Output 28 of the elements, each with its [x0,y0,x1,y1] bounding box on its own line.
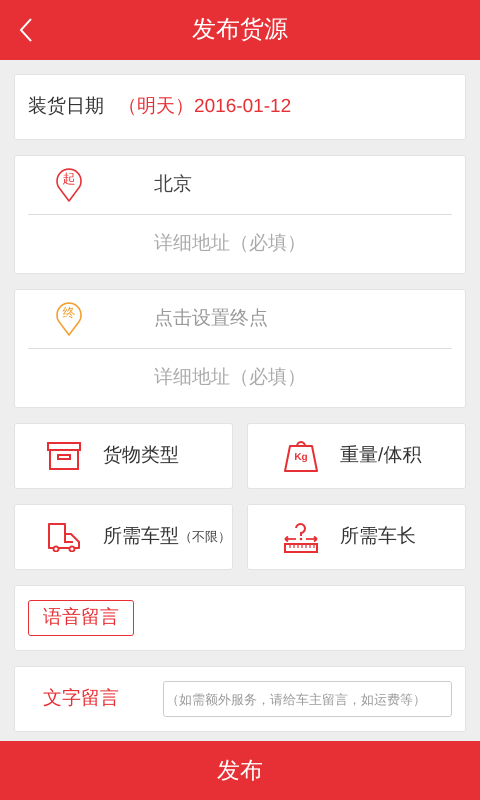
text-message-label: 文字留言 [43,686,120,711]
address-input[interactable]: 详细地址（必填） [154,364,452,392]
option-label: 所需车型 [103,524,179,549]
option-label: 货物类型 [103,444,179,468]
message-input[interactable]: （如需额外服务，请给车主留言，如运费等） [163,681,452,717]
option-card[interactable]: 所需车型（不限） [14,504,233,570]
address-input[interactable]: 详细地址（必填） [154,230,452,258]
back-icon [19,17,33,43]
weight-icon [284,440,318,472]
loading-date-card[interactable]: 装货日期 （明天）2016-01-12 [14,74,466,140]
box-icon [47,442,81,470]
voice-message-button[interactable]: 语音留言 [28,600,134,636]
option-note: （不限） [179,528,231,546]
kg-label: Kg [293,451,309,465]
option-card[interactable]: 所需车长 [247,504,466,570]
page-title: 发布货源 [192,15,288,45]
ruler-icon [284,521,318,553]
pin-label: 终 [62,304,76,322]
pin-label: 起 [62,170,76,188]
option-label: 所需车长 [340,524,416,549]
option-card[interactable]: 货物类型 [14,423,233,489]
publish-button[interactable]: 发布 [0,741,480,800]
option-card[interactable]: Kg 重量/体积 [247,423,466,489]
option-label: 重量/体积 [340,444,422,468]
city-field[interactable]: 北京 [154,170,192,200]
date-value: （明天）2016-01-12 [118,94,292,119]
truck-icon [47,522,81,552]
field-label: 装货日期 [28,94,104,119]
